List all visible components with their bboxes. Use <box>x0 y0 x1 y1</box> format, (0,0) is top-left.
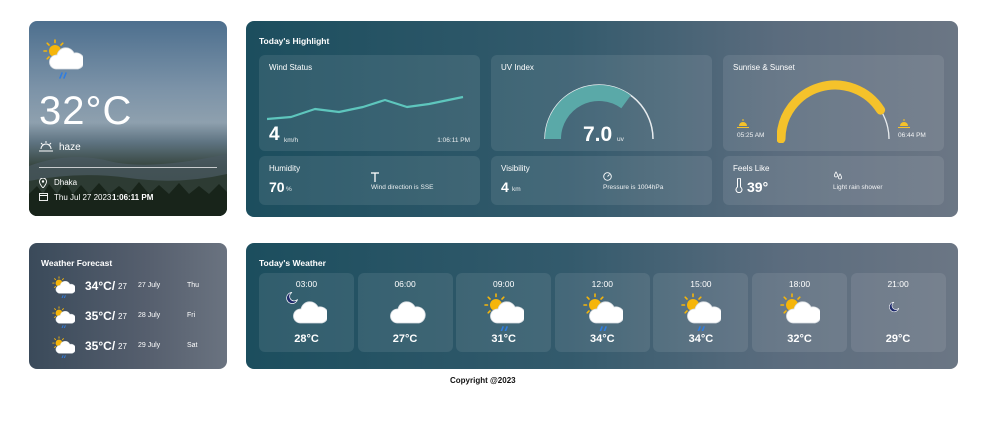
forecast-day: Fri <box>187 312 196 319</box>
hourly-card: 06:00 27°C <box>357 273 453 352</box>
sunrise-icon <box>737 119 749 128</box>
divider <box>39 167 217 168</box>
hour-time: 21:00 <box>887 279 909 289</box>
pressure-text: Pressure is 1004hPa <box>603 184 664 191</box>
date-text: Thu Jul 27 2023 <box>54 193 112 202</box>
wind-direction-icon <box>371 172 379 182</box>
visibility-card: Visibility 4 km Pressure is 1004hPa <box>491 156 712 205</box>
hour-time: 18:00 <box>788 279 811 289</box>
forecast-day: Thu <box>187 282 200 289</box>
sun-cloud-rain-icon <box>43 39 83 79</box>
hour-temp: 27°C <box>392 333 418 345</box>
hour-time: 15:00 <box>690 279 712 289</box>
card-title: Humidity <box>269 164 301 173</box>
hour-time: 03:00 <box>295 279 318 289</box>
wind-value: 4 <box>269 124 280 145</box>
sun-cloud-rain-icon <box>52 306 76 329</box>
feels-like-card: Feels Like 39° Light rain shower <box>723 156 944 205</box>
hourly-card: 09:00 31°C <box>456 273 552 352</box>
panel-title: Today's Weather <box>259 258 326 268</box>
sun-cloud-rain-icon <box>484 293 526 333</box>
wind-time: 1:06:11 PM <box>437 137 470 144</box>
card-title: UV Index <box>501 63 534 72</box>
sun-cloud-rain-icon <box>52 336 76 359</box>
forecast-date: 29 July <box>138 342 161 349</box>
sunrise-time: 05:25 AM <box>737 132 765 139</box>
hour-temp: 29°C <box>885 333 911 345</box>
forecast-high: 34°C/ <box>85 279 116 293</box>
hourly-card: 21:00 29°C <box>850 273 946 352</box>
hourly-card: 18:00 32°C <box>752 273 847 352</box>
uv-unit: uv <box>617 136 624 143</box>
copyright-text: Copyright @2023 <box>450 376 516 385</box>
card-title: Wind Status <box>269 63 313 72</box>
wind-status-card: Wind Status 4 km/h 1:06:11 PM <box>259 55 480 151</box>
hourly-card: 03:00 28°C <box>259 273 354 352</box>
hour-temp: 34°C <box>688 333 714 345</box>
forecast-row: 35°C/27 28 July Fri <box>29 305 227 331</box>
calendar-icon <box>39 193 48 201</box>
sun-cloud-rain-icon <box>52 276 76 299</box>
sunset-time: 06:44 PM <box>898 132 926 139</box>
sun-cloud-rain-icon <box>582 293 625 333</box>
hour-temp: 28°C <box>294 333 319 345</box>
current-temperature: 32°C <box>39 89 133 133</box>
hour-temp: 32°C <box>787 333 812 345</box>
forecast-date: 27 July <box>138 282 161 289</box>
wind-trend-line <box>267 95 464 121</box>
moon-cloud-icon <box>286 292 329 324</box>
hour-temp: 34°C <box>590 333 615 345</box>
thermometer-icon <box>735 178 743 193</box>
card-title: Visibility <box>501 164 530 173</box>
moon-icon <box>888 301 899 313</box>
feels-like-value: 39° <box>747 179 769 195</box>
panel-title: Weather Forecast <box>41 258 113 268</box>
haze-icon <box>39 141 53 152</box>
humidity-card: Humidity 70 % Wind direction is SSE <box>259 156 480 205</box>
sun-path-gauge <box>777 80 890 143</box>
uv-value: 7.0 <box>583 123 613 146</box>
forecast-day: Sat <box>187 342 198 349</box>
cloud-icon <box>389 301 426 324</box>
weather-forecast-panel: Weather Forecast 34°C/27 27 July Thu 35°C/2… <box>29 243 227 369</box>
sunset-icon <box>898 119 910 128</box>
visibility-unit: km <box>512 186 521 193</box>
forecast-row: 34°C/27 27 July Thu <box>29 275 227 301</box>
sunrise-sunset-card: Sunrise & Sunset 05:25 AM 06:44 PM <box>723 55 944 151</box>
forecast-low: 27 <box>118 282 127 291</box>
card-title: Sunrise & Sunset <box>733 63 795 72</box>
current-weather-card: 32°C haze Dhaka Thu Jul 27 2023 1:06:11 … <box>29 21 227 216</box>
hourly-card: 12:00 34°C <box>554 273 650 352</box>
hour-temp: 31°C <box>491 333 516 345</box>
humidity-unit: % <box>286 186 292 193</box>
pressure-gauge-icon <box>603 172 612 181</box>
hour-time: 12:00 <box>591 279 613 289</box>
hour-time: 06:00 <box>394 279 416 289</box>
rain-drops-icon <box>834 171 842 180</box>
wind-unit: km/h <box>284 137 299 144</box>
humidity-value: 70 <box>269 179 285 195</box>
visibility-value: 4 <box>501 179 509 195</box>
forecast-low: 27 <box>118 342 127 351</box>
condition-text: haze <box>59 142 81 153</box>
feels-like-note: Light rain shower <box>833 184 883 191</box>
card-title: Feels Like <box>733 164 770 173</box>
sun-cloud-icon <box>780 293 822 324</box>
forecast-date: 28 July <box>138 312 161 319</box>
location-text: Dhaka <box>54 178 78 187</box>
time-text: 1:06:11 PM <box>112 193 154 202</box>
panel-title: Today's Highlight <box>259 36 330 46</box>
forecast-high: 35°C/ <box>85 309 116 323</box>
todays-highlight-panel: Today's Highlight Wind Status 4 km/h 1:0… <box>246 21 958 217</box>
uv-index-card: UV Index 7.0 uv <box>491 55 712 151</box>
forecast-high: 35°C/ <box>85 339 116 353</box>
sun-cloud-rain-icon <box>681 293 724 333</box>
todays-weather-panel: Today's Weather 03:00 28°C 06:00 27°C 09:00 3… <box>246 243 958 369</box>
location-pin-icon <box>39 178 47 188</box>
hour-time: 09:00 <box>493 279 515 289</box>
wind-direction-text: Wind direction is SSE <box>371 184 434 191</box>
forecast-low: 27 <box>118 312 127 321</box>
forecast-row: 35°C/27 29 July Sat <box>29 335 227 361</box>
hourly-card: 15:00 34°C <box>653 273 749 352</box>
